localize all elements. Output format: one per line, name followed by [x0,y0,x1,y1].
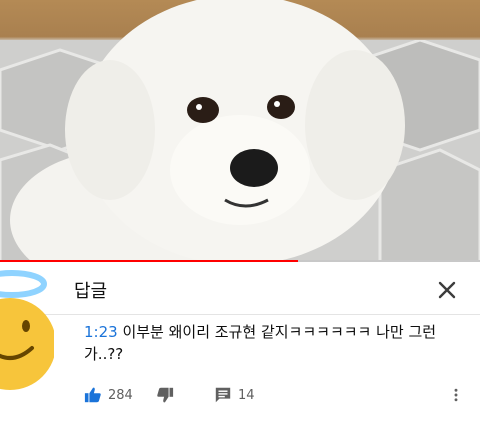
close-icon[interactable] [432,275,462,305]
angel-smiley-icon [0,262,56,392]
comment-timestamp-link[interactable]: 1:23 [84,323,118,341]
comment-text: 1:23 이부분 왜이리 조규현 같지ㅋㅋㅋㅋㅋㅋ 나만 그런가..?? [84,321,464,365]
more-vertical-icon [452,386,460,404]
progress-bar[interactable] [0,260,480,262]
thumbs-up-icon [84,386,102,404]
reply-button[interactable]: 14 [214,385,255,405]
reply-panel-title: 답글 [74,281,108,302]
comment-icon [214,386,232,404]
dislike-button[interactable] [156,385,174,405]
comment-body: 이부분 왜이리 조규현 같지ㅋㅋㅋㅋㅋㅋ 나만 그런가..?? [84,323,437,363]
more-options-button[interactable] [452,385,460,405]
reply-panel: 답글 1:23 이부분 왜이리 조규현 같지ㅋㅋㅋㅋㅋㅋ 나만 그런가..?? … [0,263,480,421]
reply-panel-header: 답글 [0,263,480,315]
thumbs-down-icon [156,386,174,404]
dog-image [10,0,405,262]
comment-actions: 284 14 [84,385,474,405]
like-button[interactable]: 284 [84,385,133,405]
video-frame[interactable] [0,0,480,262]
like-count: 284 [108,387,133,403]
reply-count: 14 [238,387,255,403]
